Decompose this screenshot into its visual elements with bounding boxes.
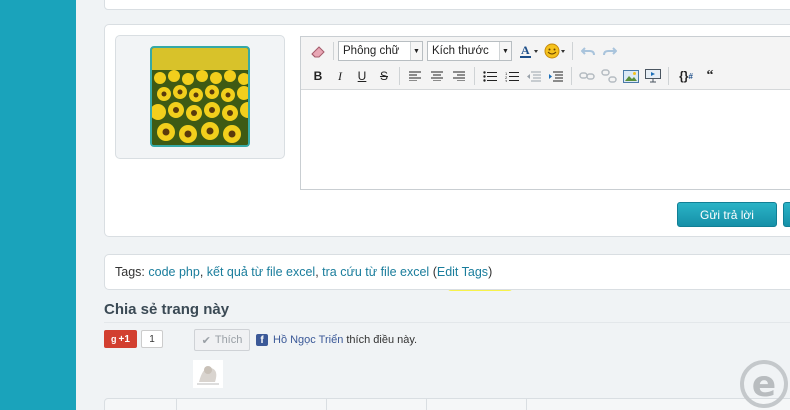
avatar[interactable] — [150, 46, 250, 147]
undo-icon[interactable] — [577, 41, 599, 61]
indent-icon[interactable] — [545, 66, 567, 86]
previous-post-box — [104, 0, 790, 10]
liker-avatar[interactable] — [193, 360, 223, 388]
share-section-title: Chia sẻ trang này — [104, 301, 230, 318]
tab-1[interactable] — [105, 399, 177, 410]
outdent-icon[interactable] — [523, 66, 545, 86]
underline-icon[interactable]: U — [351, 66, 373, 86]
chevron-down-icon: ▼ — [410, 42, 422, 60]
google-plus-button[interactable]: g +1 — [104, 330, 137, 348]
text-color-icon[interactable]: A — [516, 41, 542, 61]
google-plus-count: 1 — [141, 330, 163, 348]
left-sidebar-rail — [0, 0, 76, 410]
align-right-icon[interactable] — [448, 66, 470, 86]
message-input[interactable] — [301, 91, 790, 189]
site-logo-icon: e — [740, 360, 788, 408]
bulleted-list-icon[interactable] — [479, 66, 501, 86]
tag-link[interactable]: tra cứu từ file excel — [322, 265, 429, 279]
image-icon[interactable] — [620, 66, 642, 86]
checkmark-icon: ✔ — [201, 334, 211, 347]
bold-icon[interactable]: B — [307, 66, 329, 86]
smiley-icon[interactable] — [542, 41, 568, 61]
svg-text:A: A — [521, 43, 530, 57]
edit-tags-link[interactable]: Edit Tags — [437, 265, 488, 279]
tag-link[interactable]: code php — [148, 265, 199, 279]
align-left-icon[interactable] — [404, 66, 426, 86]
divider — [104, 322, 790, 323]
strikethrough-icon[interactable]: S — [373, 66, 395, 86]
like-suffix: thích điều này. — [346, 334, 418, 346]
font-size-select[interactable]: Kích thước ▼ — [427, 41, 512, 61]
tag-link[interactable]: kết quả từ file excel — [207, 265, 315, 279]
code-icon[interactable]: {} # — [673, 66, 699, 86]
media-icon[interactable] — [642, 66, 664, 86]
numbered-list-icon[interactable]: 123 — [501, 66, 523, 86]
unlink-icon[interactable] — [598, 66, 620, 86]
sunflower-field-image — [152, 48, 248, 145]
more-options-button[interactable] — [783, 202, 790, 227]
tab-4[interactable] — [427, 399, 527, 410]
google-plus-label: +1 — [118, 333, 130, 345]
align-center-icon[interactable] — [426, 66, 448, 86]
submit-reply-button[interactable]: Gửi trả lời — [677, 202, 777, 227]
facebook-like-button[interactable]: ✔ Thích — [194, 329, 250, 351]
tab-3[interactable] — [327, 399, 427, 410]
bottom-tab-strip — [104, 398, 790, 410]
font-family-select-value: Phông chữ — [343, 45, 400, 57]
font-size-select-value: Kích thước — [432, 45, 489, 57]
eraser-icon[interactable] — [307, 41, 329, 61]
quote-icon[interactable]: “ — [699, 66, 721, 86]
tags-label: Tags: — [115, 265, 145, 279]
editor-toolbar: Phông chữ ▼ Kích thước ▼ A B I U S 1 2 3… — [301, 37, 790, 90]
italic-icon[interactable]: I — [329, 66, 351, 86]
facebook-icon: f — [256, 334, 268, 346]
like-summary: Hồ Ngọc Triển thích điều này. — [273, 334, 417, 346]
tags-bar: Tags: code php, kết quả từ file excel, t… — [104, 254, 790, 290]
liker-name[interactable]: Hồ Ngọc Triển — [273, 334, 343, 346]
chevron-down-icon: ▼ — [499, 42, 511, 60]
google-plus-icon: g — [111, 334, 117, 344]
svg-text:3: 3 — [505, 78, 508, 82]
link-icon[interactable] — [576, 66, 598, 86]
rich-text-editor: Phông chữ ▼ Kích thước ▼ A B I U S 1 2 3… — [300, 36, 790, 190]
redo-icon[interactable] — [599, 41, 621, 61]
tab-2[interactable] — [177, 399, 327, 410]
font-family-select[interactable]: Phông chữ ▼ — [338, 41, 423, 61]
like-label: Thích — [214, 334, 243, 346]
